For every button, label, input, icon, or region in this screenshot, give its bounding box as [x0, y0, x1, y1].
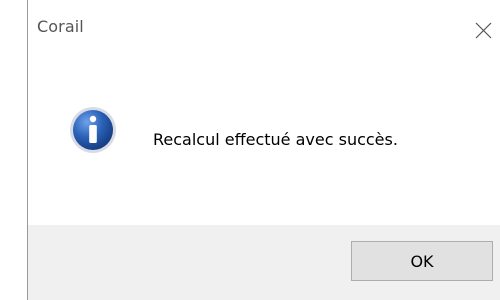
ok-button[interactable]: OK	[351, 241, 493, 281]
dialog-content: Recalcul effectué avec succès.	[28, 40, 500, 223]
window-title: Corail	[37, 17, 84, 36]
close-icon	[475, 22, 492, 39]
button-bar: OK	[28, 225, 500, 300]
info-icon	[70, 107, 116, 153]
title-bar[interactable]: Corail	[28, 0, 500, 40]
message-dialog: Corail Recalcul effectué avec succès. OK	[27, 0, 500, 300]
message-text: Recalcul effectué avec succès.	[153, 130, 398, 149]
screen: Corail Recalcul effectué avec succès. OK	[0, 0, 500, 300]
